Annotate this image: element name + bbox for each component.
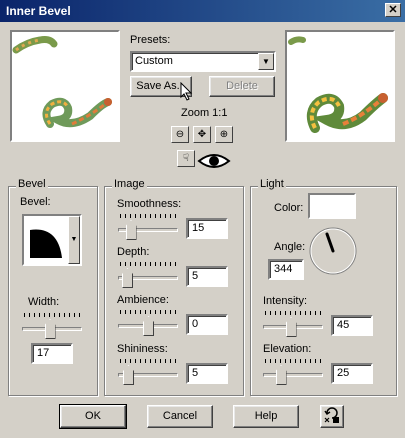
- intensity-slider-thumb[interactable]: [285, 317, 297, 337]
- light-group-title: Light: [258, 178, 286, 190]
- presets-selected: Custom: [135, 55, 173, 67]
- smoothness-label: Smoothness:: [117, 198, 182, 210]
- bevel-shape-icon: [30, 229, 62, 258]
- intensity-label: Intensity:: [263, 295, 308, 307]
- depth-label: Depth:: [117, 246, 150, 258]
- eye-icon[interactable]: [197, 151, 231, 171]
- ambience-label: Ambience:: [117, 294, 169, 306]
- shininess-slider-thumb[interactable]: [123, 365, 134, 385]
- image-group-title: Image: [112, 178, 147, 190]
- proof-hand-icon[interactable]: ☟: [177, 150, 195, 167]
- elevation-slider-thumb[interactable]: [275, 365, 287, 385]
- original-preview[interactable]: [10, 30, 120, 142]
- preview-image-after: [288, 36, 388, 133]
- close-icon: ✕: [388, 4, 398, 16]
- elevation-slider[interactable]: [263, 359, 323, 385]
- elevation-label: Elevation:: [263, 343, 312, 355]
- light-color-swatch[interactable]: [308, 193, 356, 219]
- smoothness-slider-thumb[interactable]: [125, 220, 137, 240]
- width-label: Width:: [28, 296, 60, 308]
- angle-field[interactable]: 344: [268, 259, 304, 280]
- cancel-button[interactable]: Cancel: [147, 405, 213, 428]
- smoothness-slider[interactable]: [118, 214, 178, 240]
- depth-slider-thumb[interactable]: [122, 268, 133, 288]
- angle-label: Angle:: [274, 241, 306, 253]
- width-slider[interactable]: [22, 313, 82, 339]
- width-slider-thumb[interactable]: [44, 319, 56, 339]
- window-title: Inner Bevel: [6, 4, 71, 18]
- presets-dropdown[interactable]: Custom ▼: [130, 51, 276, 72]
- bevel-label: Bevel:: [20, 196, 51, 208]
- preview-image-before: [12, 36, 112, 128]
- chevron-down-icon[interactable]: ▼: [258, 53, 274, 70]
- close-button[interactable]: ✕: [385, 3, 401, 17]
- reset-icon: [324, 407, 339, 423]
- ambience-field[interactable]: 0: [186, 314, 228, 335]
- bevel-shape-picker[interactable]: ▼: [22, 214, 82, 266]
- cursor-icon: [180, 82, 193, 101]
- reset-button[interactable]: [320, 405, 344, 428]
- zoom-out-icon[interactable]: ⊖: [171, 126, 189, 143]
- smoothness-field[interactable]: 15: [186, 218, 228, 239]
- bevel-dropdown-arrow[interactable]: ▼: [68, 216, 80, 264]
- shininess-field[interactable]: 5: [186, 363, 228, 384]
- width-field[interactable]: 17: [31, 343, 73, 364]
- shininess-label: Shininess:: [117, 343, 168, 355]
- ambience-slider-thumb[interactable]: [143, 316, 154, 336]
- shininess-slider[interactable]: [118, 359, 178, 385]
- depth-field[interactable]: 5: [186, 266, 228, 287]
- pan-icon[interactable]: ✥: [193, 126, 211, 143]
- result-preview[interactable]: [285, 30, 395, 142]
- title-bar: Inner Bevel ✕: [0, 0, 405, 22]
- ok-button[interactable]: OK: [59, 404, 127, 429]
- intensity-field[interactable]: 45: [331, 315, 373, 336]
- angle-dial[interactable]: [308, 226, 358, 276]
- zoom-in-icon[interactable]: ⊕: [215, 126, 233, 143]
- bevel-group-title: Bevel: [16, 178, 48, 190]
- presets-label: Presets:: [130, 34, 171, 46]
- intensity-slider[interactable]: [263, 311, 323, 337]
- color-label: Color:: [274, 202, 304, 214]
- delete-button[interactable]: Delete: [209, 76, 275, 97]
- zoom-label: Zoom 1:1: [181, 107, 228, 119]
- ambience-slider[interactable]: [118, 310, 178, 336]
- help-button[interactable]: Help: [233, 405, 299, 428]
- elevation-field[interactable]: 25: [331, 363, 373, 384]
- depth-slider[interactable]: [118, 262, 178, 288]
